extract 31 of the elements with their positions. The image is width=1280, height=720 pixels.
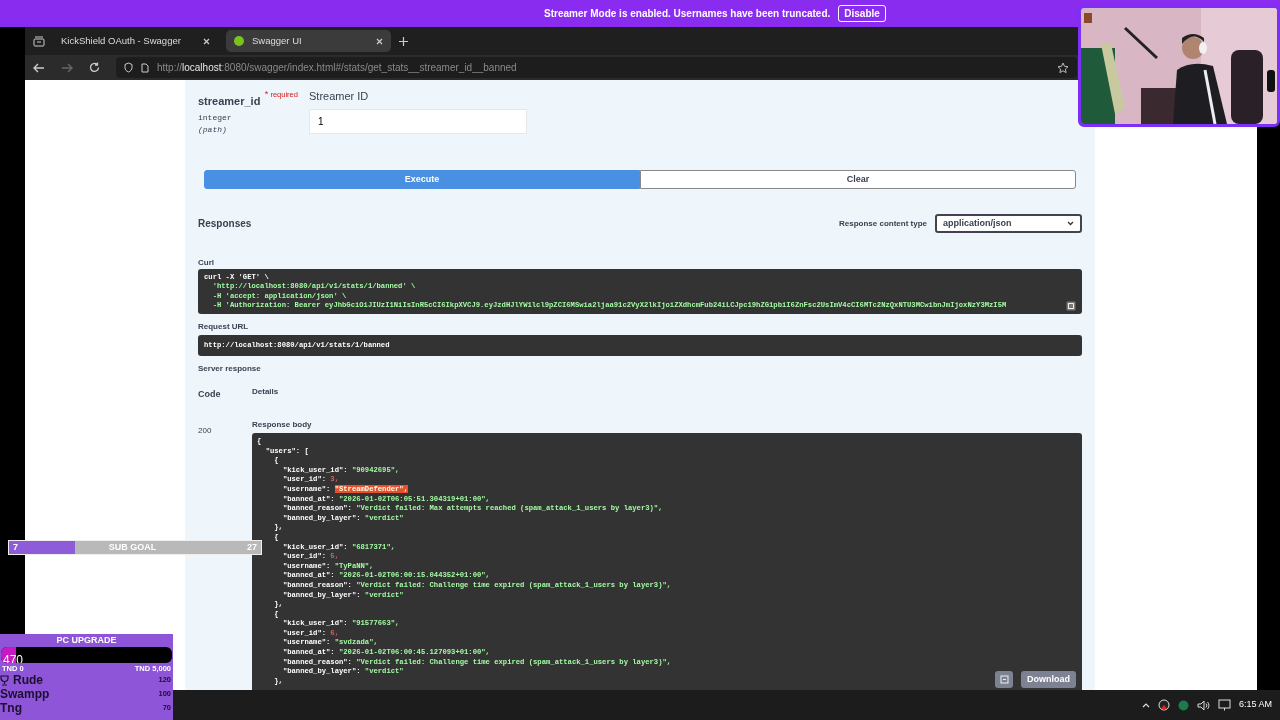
clock: 6:15 AM [1238, 698, 1272, 712]
request-url-label: Request URL [198, 322, 250, 332]
browser-tab[interactable]: Swagger UI [226, 30, 391, 52]
status-code: 200 [198, 426, 212, 435]
responses-heading: Responses [198, 217, 252, 231]
sub-goal-label: SUB GOAL [108, 540, 157, 554]
content-type-label: Response content type [839, 217, 927, 230]
server-response-label: Server response [198, 364, 262, 374]
sub-goal-target: 27 [246, 540, 257, 554]
response-body-label: Response body [252, 420, 313, 430]
leader-name: Rude [13, 673, 43, 687]
parameter-location: (path) [198, 124, 228, 136]
sub-goal-current: 7 [13, 540, 18, 554]
parameter-description: Streamer ID [309, 89, 370, 104]
download-button[interactable]: Download [1021, 671, 1076, 688]
parameter-name: streamer_id [198, 95, 261, 107]
content-type-select[interactable]: application/json [935, 214, 1082, 233]
leader-name: Swampp [0, 687, 50, 701]
leader-name: Tng [0, 701, 22, 715]
streamer-mode-notice: Streamer Mode is enabled. Usernames have been truncated. [544, 7, 831, 21]
disable-button[interactable]: Disable [838, 5, 886, 22]
browser-tab[interactable]: KickShield OAuth - Swagger [53, 30, 218, 52]
parameter-type: integer [198, 112, 233, 124]
details-header: Details [252, 386, 279, 398]
curl-label: Curl [198, 258, 215, 268]
goal-title: PC UPGRADE [55, 634, 118, 646]
address-bar[interactable]: http://localhost:8080/swagger/index.html#/stats/get_stats__streamer_id__banned [116, 57, 1077, 78]
clear-button[interactable]: Clear [640, 170, 1076, 189]
url-text: http://localhost:8080/swagger/index.html#/stats/get_stats__streamer_id__banned [157, 61, 518, 75]
streamer-id-field[interactable]: 1 [309, 108, 527, 134]
code-header: Code [198, 389, 221, 399]
